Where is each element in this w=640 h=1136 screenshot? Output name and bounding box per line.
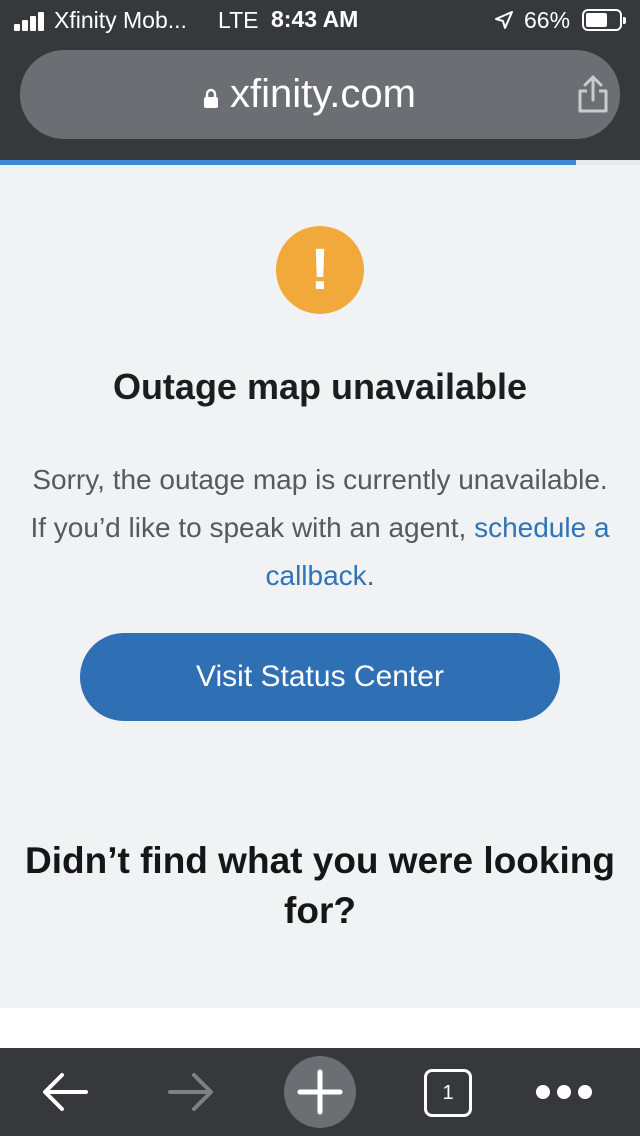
forward-icon[interactable]: [166, 1070, 216, 1114]
browser-address-area: xfinity.com: [0, 40, 640, 162]
network-type: LTE: [218, 7, 259, 33]
lock-icon: [204, 88, 218, 108]
browser-toolbar: 1: [0, 1048, 640, 1136]
message-end: .: [366, 560, 375, 591]
signal-icon: [14, 11, 48, 31]
page-load-progress: [0, 160, 640, 165]
back-icon[interactable]: [40, 1070, 90, 1114]
tabs-icon[interactable]: 1: [424, 1069, 472, 1117]
outage-message: Sorry, the outage map is currently unava…: [24, 456, 616, 600]
location-icon: [495, 11, 513, 29]
new-tab-icon: [297, 1069, 343, 1115]
carrier-name: Xfinity Mob...: [54, 7, 187, 33]
share-icon[interactable]: [576, 74, 610, 114]
alert-icon: !: [276, 226, 364, 314]
help-heading: Didn’t find what you were looking for?: [25, 840, 615, 931]
battery-percent: 66%: [524, 7, 571, 33]
new-tab-button[interactable]: [284, 1056, 356, 1128]
more-icon[interactable]: [536, 1082, 592, 1102]
help-card: [0, 1008, 640, 1048]
url-text[interactable]: xfinity.com: [230, 72, 416, 117]
page-title: Outage map unavailable: [112, 366, 528, 407]
status-bar: Xfinity Mob... LTE 8:43 AM 66%: [0, 0, 640, 40]
address-bar[interactable]: xfinity.com: [20, 50, 620, 139]
battery-icon: [582, 9, 626, 31]
visit-status-center-button[interactable]: Visit Status Center: [80, 633, 560, 721]
status-time: 8:43 AM: [271, 6, 359, 32]
